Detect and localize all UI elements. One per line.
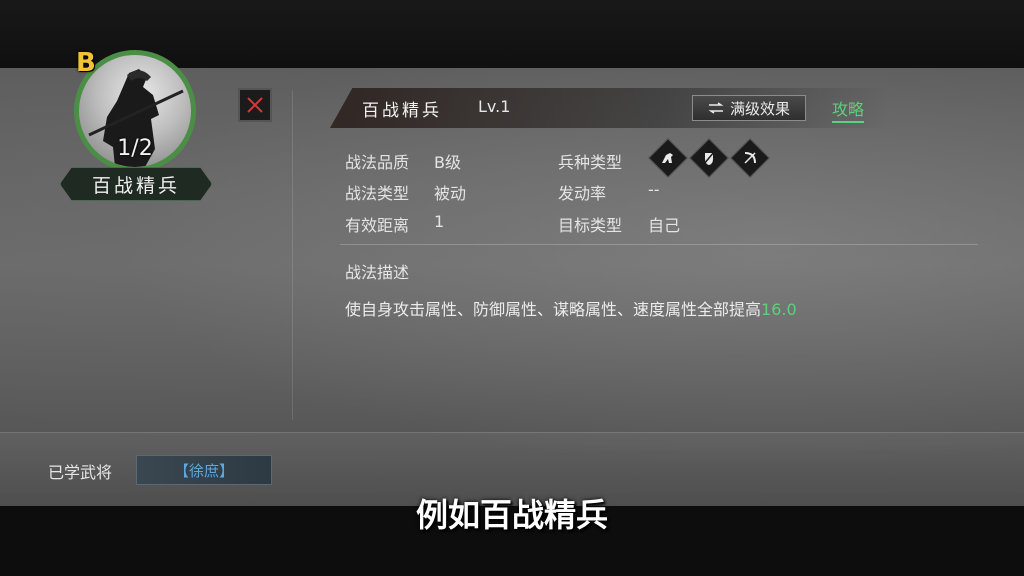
skill-level: Lv.1 xyxy=(478,97,511,116)
max-level-effect-label: 满级效果 xyxy=(729,99,790,118)
description-title: 战法描述 xyxy=(345,263,410,282)
video-subtitle: 例如百战精兵 xyxy=(415,496,608,534)
quality-label: 战法品质 xyxy=(345,153,410,172)
type-value: 被动 xyxy=(434,184,467,203)
panel-divider xyxy=(292,90,293,420)
skill-title: 百战精兵 xyxy=(362,101,442,121)
learned-generals-label: 已学武将 xyxy=(48,463,113,482)
skill-name-plate: 百战精兵 xyxy=(60,167,212,201)
section-divider xyxy=(340,244,978,245)
troop-type-label: 兵种类型 xyxy=(558,153,623,172)
swap-arrows-icon xyxy=(708,102,724,114)
range-label: 有效距离 xyxy=(345,216,410,235)
close-icon xyxy=(247,97,263,113)
type-label: 战法类型 xyxy=(345,184,410,203)
skill-portrait[interactable]: B 1/2 xyxy=(74,48,196,172)
grade-badge: B xyxy=(76,48,96,78)
trigger-rate-value: -- xyxy=(648,180,660,199)
general-tag[interactable]: 【徐庶】 xyxy=(136,455,272,485)
description-value: 16.0 xyxy=(761,300,797,319)
description-text: 使自身攻击属性、防御属性、谋略属性、速度属性全部提高16.0 xyxy=(345,296,797,320)
skill-count: 1/2 xyxy=(117,136,153,161)
max-level-effect-button[interactable]: 满级效果 xyxy=(692,95,806,121)
close-button[interactable] xyxy=(238,88,272,122)
target-type-value: 自己 xyxy=(648,216,681,235)
quality-value: B级 xyxy=(434,153,461,172)
trigger-rate-label: 发动率 xyxy=(558,184,607,203)
range-value: 1 xyxy=(434,212,445,231)
guide-link[interactable]: 攻略 xyxy=(832,96,865,123)
description-body: 使自身攻击属性、防御属性、谋略属性、速度属性全部提高 xyxy=(345,300,762,319)
target-type-label: 目标类型 xyxy=(558,216,623,235)
